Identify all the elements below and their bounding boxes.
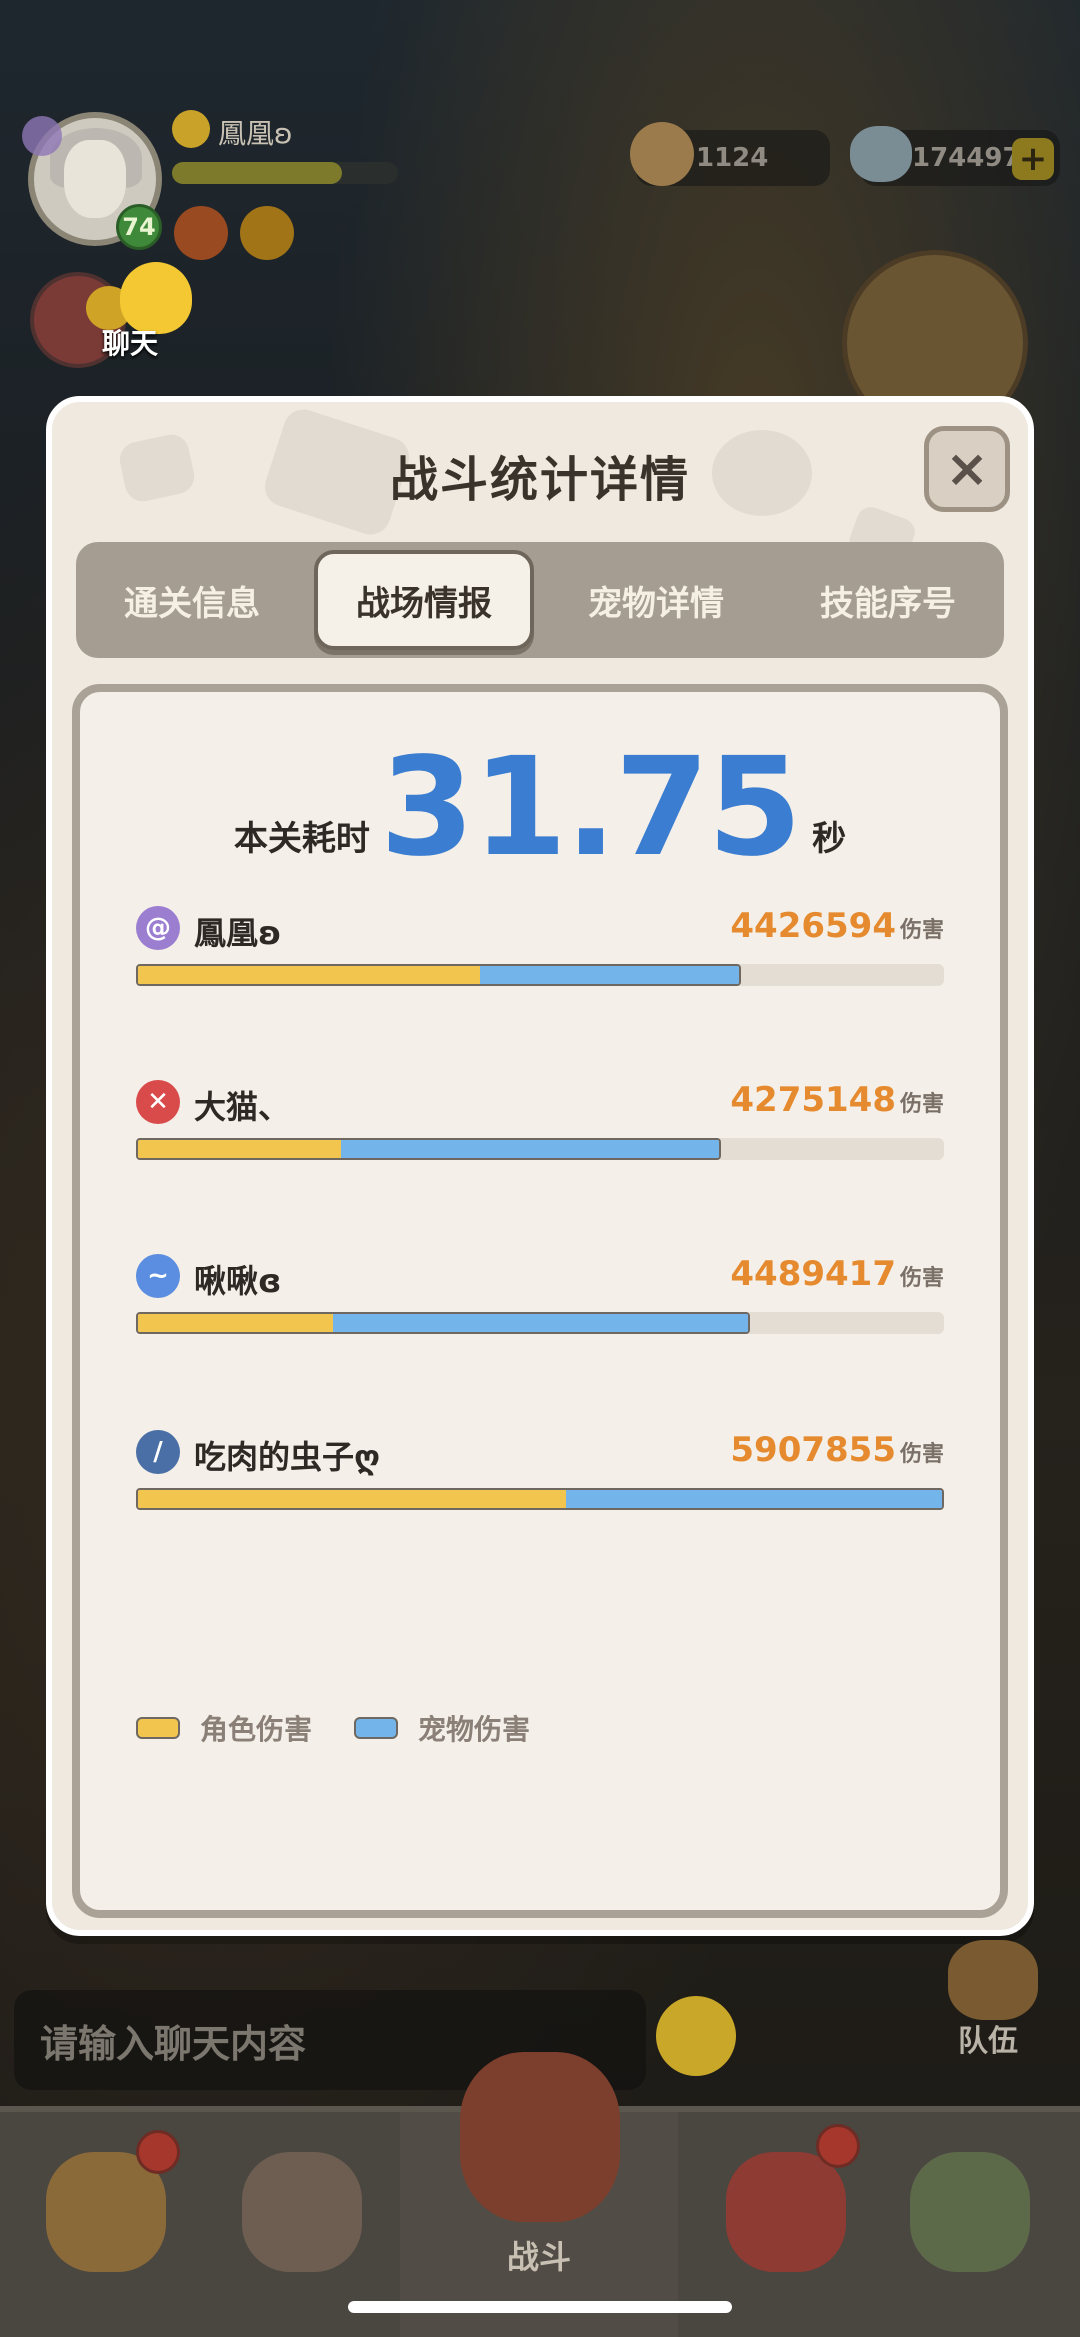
damage-value: 4489417 — [730, 1254, 896, 1294]
stone-icon — [850, 126, 912, 182]
legend-swatch-pet — [354, 1717, 399, 1739]
player-name: 鳳凰ʚ — [194, 914, 282, 952]
damage-bar — [136, 964, 741, 986]
nav-item-pets[interactable] — [232, 2142, 372, 2292]
home-indicator[interactable] — [348, 2301, 732, 2313]
role-damage-segment — [138, 966, 480, 984]
currency-shells[interactable]: 1124 — [630, 122, 830, 186]
nav-battle-label: 战斗 — [506, 2238, 571, 2276]
swirl-icon: @ — [136, 906, 180, 950]
player-name: 鳳凰ʚ — [218, 117, 293, 150]
notification-bell-icon — [816, 2124, 860, 2168]
damage-bar — [136, 1312, 750, 1334]
modal-title: 战斗统计详情 — [389, 452, 690, 508]
xp-bar — [172, 162, 398, 184]
guild-icon — [910, 2152, 1030, 2272]
team-icon — [948, 1940, 1038, 2020]
player-name: 吃肉的虫子ღ — [194, 1438, 381, 1476]
damage-value: 4426594 — [730, 906, 896, 946]
damage-bar-track — [136, 1312, 944, 1334]
player-level-badge: 74 — [116, 204, 162, 250]
battle-stats-modal: 战斗统计详情 × 通关信息 战场情报 宠物详情 技能序号 本关耗时 31.75 … — [46, 396, 1034, 1936]
clear-time-label: 本关耗时 — [233, 819, 370, 859]
legend-label-pet: 宠物伤害 — [418, 1713, 531, 1746]
tab-bar: 通关信息 战场情报 宠物详情 技能序号 — [76, 542, 1004, 658]
damage-bar-track — [136, 1138, 944, 1160]
cross-blades-icon: ✕ — [136, 1080, 180, 1124]
damage-unit: 伤害 — [899, 1266, 944, 1291]
damage-value: 5907855 — [730, 1430, 896, 1470]
team-label: 队伍 — [958, 2024, 1018, 2059]
avatar-face — [64, 140, 126, 218]
player-damage-row: @ 鳳凰ʚ 4426594 伤害 — [136, 906, 944, 1006]
damage-bar-track — [136, 1488, 944, 1510]
player-damage: 4426594 伤害 — [730, 906, 944, 946]
emoji-icon[interactable] — [656, 1996, 736, 2076]
xp-bar-fill — [172, 162, 342, 184]
player-damage-row: / 吃肉的虫子ღ 5907855 伤害 — [136, 1430, 944, 1530]
player-damage: 4489417 伤害 — [730, 1254, 944, 1294]
role-damage-segment — [138, 1490, 566, 1508]
tab-pet-details[interactable]: 宠物详情 — [546, 576, 766, 625]
pet-damage-segment — [341, 1140, 719, 1158]
battle-mask-icon — [460, 2052, 620, 2222]
damage-unit: 伤害 — [899, 1442, 944, 1467]
wind-icon: ~ — [136, 1254, 180, 1298]
player-name: 啾啾ɞ — [194, 1262, 282, 1300]
notification-bell-icon — [136, 2130, 180, 2174]
battlefield-panel: 本关耗时 31.75 秒 @ 鳳凰ʚ 4426594 伤害 ✕ 大猫、 4275… — [72, 684, 1008, 1918]
pet-damage-segment — [480, 966, 739, 984]
currency-gems-value: 174497 — [912, 143, 1021, 173]
close-button[interactable]: × — [924, 426, 1010, 512]
legend-swatch-role — [136, 1717, 180, 1739]
damage-value: 4275148 — [730, 1080, 896, 1120]
role-damage-segment — [138, 1140, 341, 1158]
bonus-icon[interactable] — [240, 206, 294, 260]
legend-label-role: 角色伤害 — [200, 1713, 313, 1746]
nav-item-guild[interactable] — [900, 2142, 1040, 2292]
role-damage-segment — [138, 1314, 333, 1332]
buff-icon[interactable] — [174, 206, 228, 260]
player-damage-row: ~ 啾啾ɞ 4489417 伤害 — [136, 1254, 944, 1354]
chat-shortcut-label[interactable]: 聊天 — [102, 322, 158, 362]
shell-icon — [630, 122, 694, 186]
shop-icon — [726, 2152, 846, 2272]
clear-time-value: 31.75 — [379, 729, 802, 887]
nav-item-shop[interactable] — [716, 2124, 860, 2292]
clear-time-unit: 秒 — [812, 819, 847, 859]
currency-shells-value: 1124 — [696, 143, 769, 173]
pet-damage-segment — [566, 1490, 942, 1508]
pet-icon — [242, 2152, 362, 2272]
damage-legend: 角色伤害 宠物伤害 — [136, 1708, 572, 1748]
tab-battlefield-intel[interactable]: 战场情报 — [314, 550, 534, 650]
team-button[interactable]: 队伍 — [938, 1940, 1048, 2070]
currency-gems[interactable]: 174497 + — [850, 126, 1060, 186]
blade-icon: / — [136, 1430, 180, 1474]
nav-item-character[interactable] — [36, 2130, 180, 2292]
smile-icon — [172, 110, 210, 148]
pet-damage-segment — [333, 1314, 748, 1332]
legend-item-role: 角色伤害 — [136, 1708, 312, 1748]
tab-clear-info[interactable]: 通关信息 — [82, 576, 302, 625]
add-currency-button[interactable]: + — [1012, 138, 1054, 180]
swirl-icon — [22, 116, 62, 156]
damage-unit: 伤害 — [899, 918, 944, 943]
legend-item-pet: 宠物伤害 — [354, 1708, 530, 1748]
player-name: 大猫、 — [194, 1088, 291, 1126]
damage-unit: 伤害 — [899, 1092, 944, 1117]
clear-time: 本关耗时 31.75 秒 — [80, 736, 1000, 876]
damage-bar-track — [136, 964, 944, 986]
damage-bar — [136, 1138, 721, 1160]
player-damage: 4275148 伤害 — [730, 1080, 944, 1120]
tab-skill-order[interactable]: 技能序号 — [778, 576, 998, 625]
player-damage-row: ✕ 大猫、 4275148 伤害 — [136, 1080, 944, 1180]
player-damage: 5907855 伤害 — [730, 1430, 944, 1470]
damage-bar — [136, 1488, 944, 1510]
